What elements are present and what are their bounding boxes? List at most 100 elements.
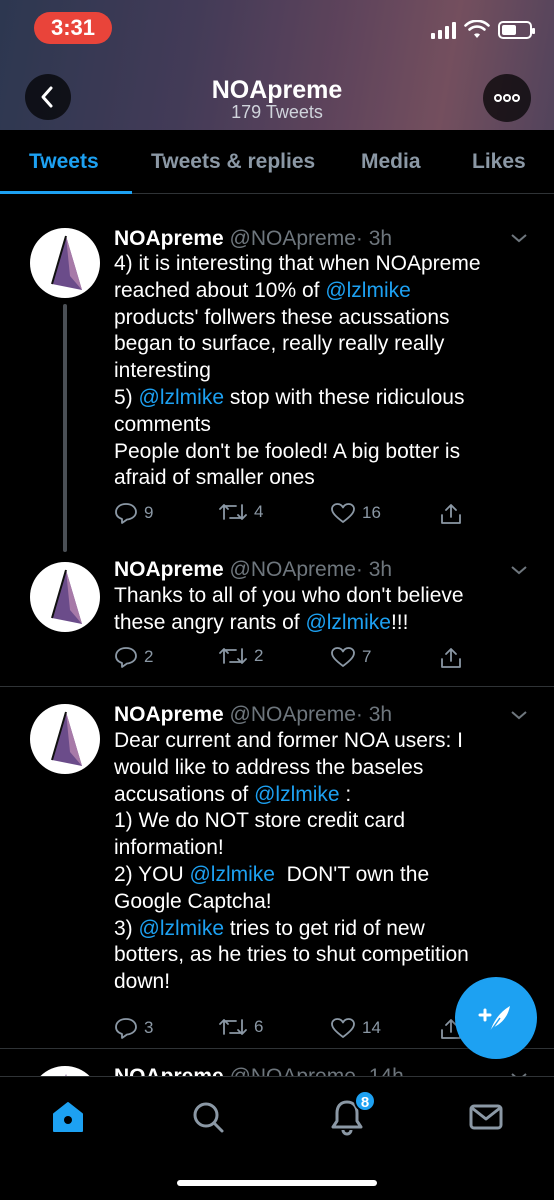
tweet-line: 3) @lzlmike tries to get rid of new <box>114 916 425 940</box>
tab-media[interactable]: Media <box>361 150 421 174</box>
tweet-line: these angry rants of @lzlmike!!! <box>114 610 409 634</box>
tweet-actions: 3 6 14 <box>114 1017 514 1047</box>
tweet-line: comments <box>114 412 211 436</box>
tweet-text: Thanks to all of you who don't believe t… <box>114 583 514 637</box>
nav-search[interactable] <box>188 1097 228 1137</box>
tweet-item[interactable]: NOApreme @NOApreme· 3h 4) it is interest… <box>0 210 554 552</box>
tweet-line: products' follwers these acussations <box>114 305 450 329</box>
reply-button[interactable]: 2 <box>114 646 153 668</box>
tweet-line: accusations of @lzlmike : <box>114 782 352 806</box>
tab-likes[interactable]: Likes <box>472 150 526 174</box>
retweet-button[interactable]: 6 <box>218 1017 263 1037</box>
tweet-item[interactable]: NOApreme @NOApreme· 14h <box>0 1049 554 1076</box>
battery-icon <box>498 21 535 39</box>
tweet-item[interactable]: NOApreme @NOApreme· 3h Thanks to all of … <box>0 550 554 686</box>
tweet-line: down! <box>114 970 171 994</box>
tweet-line: would like to address the baseles <box>114 755 424 779</box>
tweet-line: reached about 10% of @lzlmike <box>114 278 411 302</box>
heart-icon <box>331 647 355 667</box>
active-tab-indicator <box>0 191 132 194</box>
like-button[interactable]: 14 <box>330 1017 381 1039</box>
heart-icon <box>331 503 355 523</box>
reply-count: 2 <box>144 647 154 666</box>
mention-link[interactable]: @lzlmike <box>139 386 225 409</box>
tweet-line: 1) We do NOT store credit card <box>114 809 405 833</box>
mention-link[interactable]: @lzlmike <box>305 611 391 634</box>
retweet-button[interactable]: 2 <box>218 646 263 666</box>
like-button[interactable]: 16 <box>330 502 381 524</box>
tab-tweets[interactable]: Tweets <box>29 150 99 174</box>
author-handle: @NOApreme <box>229 558 356 581</box>
author-name[interactable]: NOApreme <box>114 703 224 726</box>
avatar[interactable] <box>30 704 100 774</box>
tweet-actions: 2 2 7 <box>114 646 514 676</box>
share-button[interactable] <box>439 646 463 670</box>
author-handle: @NOApreme <box>229 227 356 250</box>
mention-link[interactable]: @lzlmike <box>254 783 340 806</box>
nav-messages[interactable] <box>466 1097 506 1137</box>
nav-home[interactable] <box>48 1097 88 1137</box>
share-icon <box>441 648 461 668</box>
logo-sail-icon <box>65 1074 67 1076</box>
tweet-actions: 9 4 16 <box>114 502 514 532</box>
share-button[interactable] <box>439 502 463 526</box>
tweet-line: 2) YOU @lzlmike DON'T own the <box>114 862 430 886</box>
tweet-meta: NOApreme @NOApreme· 3h <box>114 558 392 582</box>
tweet-line: information! <box>114 836 224 860</box>
more-icon <box>494 94 520 102</box>
tweet-time: · 3h <box>355 558 393 581</box>
tweet-line: 4) it is interesting that when NOApreme <box>114 252 481 275</box>
tweet-line: botters, as he tries to shut competition <box>114 943 469 967</box>
author-name[interactable]: NOApreme <box>114 558 224 581</box>
logo-sail-icon <box>51 235 82 290</box>
tweet-count: 179 Tweets <box>231 102 323 122</box>
tweet-time: · 3h <box>355 227 393 250</box>
author-name[interactable]: NOApreme <box>114 227 224 250</box>
chevron-down-icon[interactable] <box>510 709 528 721</box>
tweet-text: Dear current and former NOA users: I wou… <box>114 728 514 996</box>
chevron-down-icon[interactable] <box>510 564 528 576</box>
more-options-button[interactable] <box>483 74 531 122</box>
author-handle: @NOApreme <box>229 703 356 726</box>
heart-icon <box>331 1018 355 1038</box>
like-button[interactable]: 7 <box>330 646 371 668</box>
author-name[interactable]: NOApreme <box>114 1065 224 1076</box>
avatar[interactable] <box>30 562 100 632</box>
retweet-icon <box>219 1019 247 1035</box>
compose-tweet-button[interactable] <box>455 977 537 1059</box>
mention-link[interactable]: @lzlmike <box>189 863 275 886</box>
mention-link[interactable]: @lzlmike <box>139 917 225 940</box>
mail-icon <box>469 1104 503 1130</box>
reply-count: 9 <box>144 503 154 522</box>
avatar[interactable] <box>30 228 100 298</box>
tweet-line: Google Captcha! <box>114 889 272 913</box>
share-icon <box>441 504 461 524</box>
reply-icon <box>115 647 137 668</box>
avatar[interactable] <box>30 1066 100 1076</box>
tweet-line: Thanks to all of you who don't believe <box>114 584 464 607</box>
retweet-count: 6 <box>254 1017 264 1036</box>
tweet-line: People don't be fooled! A big botter is <box>114 439 461 463</box>
reply-button[interactable]: 3 <box>114 1017 153 1039</box>
tab-tweets-replies[interactable]: Tweets & replies <box>151 150 315 174</box>
tweet-line: 5) @lzlmike stop with these ridiculous <box>114 385 465 409</box>
tweet-meta: NOApreme @NOApreme· 3h <box>114 703 392 727</box>
status-icons <box>431 20 535 40</box>
logo-sail-icon <box>51 711 82 766</box>
like-count: 16 <box>362 503 381 522</box>
like-count: 7 <box>362 647 372 666</box>
reply-icon <box>115 1018 137 1039</box>
tweet-feed[interactable]: NOApreme @NOApreme· 3h 4) it is interest… <box>0 210 554 1076</box>
reply-button[interactable]: 9 <box>114 502 153 524</box>
tweet-meta: NOApreme @NOApreme· 3h <box>114 227 392 251</box>
retweet-icon <box>219 504 247 520</box>
tweet-time: · 3h <box>355 703 393 726</box>
retweet-icon <box>219 648 247 664</box>
mention-link[interactable]: @lzlmike <box>325 279 411 302</box>
home-icon <box>53 1102 83 1132</box>
tweet-line: began to surface, really really really <box>114 332 445 356</box>
tweet-line: afraid of smaller ones <box>114 466 315 490</box>
retweet-button[interactable]: 4 <box>218 502 263 522</box>
home-indicator[interactable] <box>177 1180 377 1186</box>
chevron-down-icon[interactable] <box>510 232 528 244</box>
